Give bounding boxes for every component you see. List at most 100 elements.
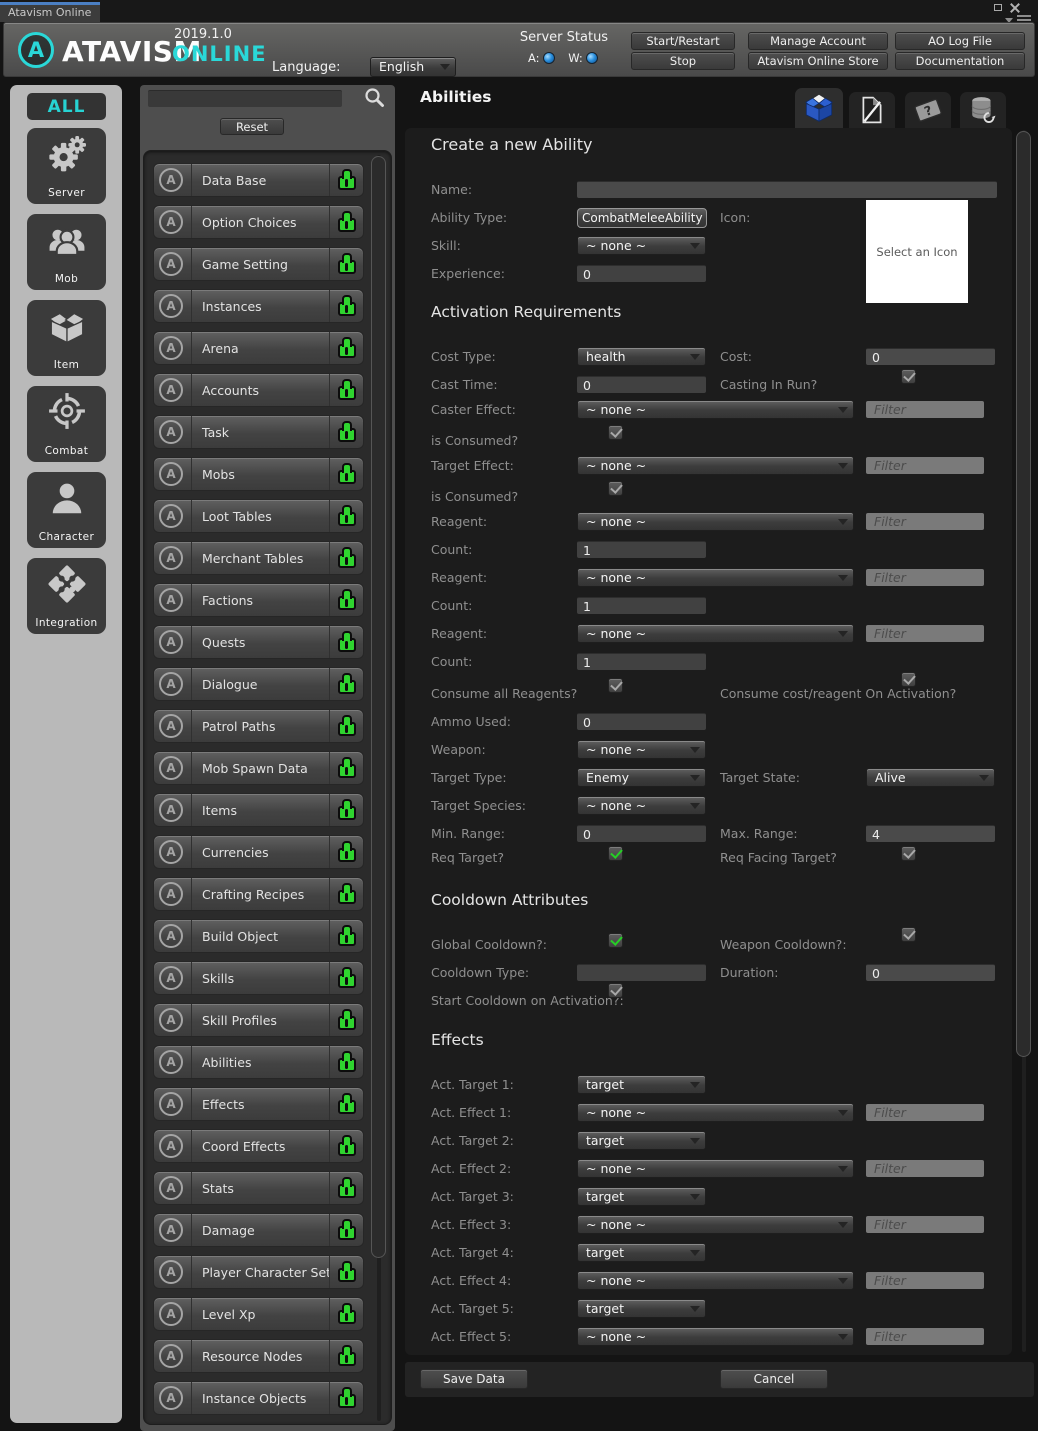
catalog-item[interactable]: A Task (153, 415, 364, 449)
lock-icon[interactable] (338, 890, 356, 904)
weapon-select[interactable]: ~ none ~ (577, 740, 706, 759)
scrollbar-thumb[interactable] (1016, 131, 1031, 1057)
language-select[interactable]: English (370, 57, 456, 77)
start-restart-button[interactable]: Start/Restart (631, 32, 735, 50)
catalog-item[interactable]: A Effects (153, 1087, 364, 1121)
consume-all-reagents-checkbox[interactable] (608, 678, 623, 693)
reagent-select[interactable]: ~ none ~ (577, 512, 854, 531)
sidebar-item-character[interactable]: Character (27, 472, 106, 548)
count-field[interactable] (577, 597, 706, 614)
store-button[interactable]: Atavism Online Store (748, 52, 888, 70)
target-effect-select[interactable]: ~ none ~ (577, 456, 854, 475)
act-effect-filter-input[interactable] (866, 1328, 984, 1345)
min-range-field[interactable] (577, 825, 706, 842)
act-effect-select[interactable]: ~ none ~ (577, 1215, 854, 1234)
act-effect-filter-input[interactable] (866, 1104, 984, 1121)
catalog-item[interactable]: A Coord Effects (153, 1129, 364, 1163)
maximize-icon[interactable] (994, 4, 1002, 11)
scrollbar-thumb[interactable] (371, 156, 386, 1258)
lock-icon[interactable] (338, 428, 356, 442)
act-effect-select[interactable]: ~ none ~ (577, 1103, 854, 1122)
catalog-item[interactable]: A Crafting Recipes (153, 877, 364, 911)
sidebar-item-mob[interactable]: Mob (27, 214, 106, 290)
documentation-button[interactable]: Documentation (895, 52, 1025, 70)
lock-icon[interactable] (338, 1016, 356, 1030)
sidebar-item-all[interactable]: ALL (27, 93, 106, 120)
reagent-filter-input[interactable] (866, 569, 984, 586)
lock-icon[interactable] (338, 470, 356, 484)
lock-icon[interactable] (338, 1100, 356, 1114)
lock-icon[interactable] (338, 302, 356, 316)
catalog-item[interactable]: A Loot Tables (153, 499, 364, 533)
lock-icon[interactable] (338, 1268, 356, 1282)
catalog-item[interactable]: A Level Xp (153, 1297, 364, 1331)
lock-icon[interactable] (338, 722, 356, 736)
catalog-item[interactable]: A Skills (153, 961, 364, 995)
sidebar-item-item[interactable]: Item (27, 300, 106, 376)
lock-icon[interactable] (338, 1352, 356, 1366)
count-field[interactable] (577, 653, 706, 670)
edit-tab[interactable] (849, 92, 895, 128)
catalog-item[interactable]: A Accounts (153, 373, 364, 407)
count-field[interactable] (577, 541, 706, 558)
save-data-button[interactable]: Save Data (420, 1369, 528, 1389)
lock-icon[interactable] (338, 512, 356, 526)
req-target-checkbox[interactable] (608, 846, 623, 861)
max-range-field[interactable] (866, 825, 995, 842)
catalog-item[interactable]: A Items (153, 793, 364, 827)
weapon-cooldown-checkbox[interactable] (901, 927, 916, 942)
caster-effect-select[interactable]: ~ none ~ (577, 400, 854, 419)
cancel-button[interactable]: Cancel (720, 1369, 828, 1389)
catalog-item[interactable]: A Merchant Tables (153, 541, 364, 575)
reagent-select[interactable]: ~ none ~ (577, 624, 854, 643)
reload-data-tab[interactable] (960, 92, 1006, 128)
catalog-item[interactable]: A Dialogue (153, 667, 364, 701)
lock-icon[interactable] (338, 806, 356, 820)
ao-log-file-button[interactable]: AO Log File (895, 32, 1025, 50)
lock-icon[interactable] (338, 218, 356, 232)
start-cooldown-checkbox[interactable] (608, 983, 623, 998)
reagent-filter-input[interactable] (866, 625, 984, 642)
act-effect-filter-input[interactable] (866, 1216, 984, 1233)
lock-icon[interactable] (338, 680, 356, 694)
catalog-item[interactable]: A Currencies (153, 835, 364, 869)
act-effect-select[interactable]: ~ none ~ (577, 1271, 854, 1290)
experience-field[interactable] (577, 265, 706, 282)
lock-icon[interactable] (338, 932, 356, 946)
req-facing-target-checkbox[interactable] (901, 846, 916, 861)
consume-on-activation-checkbox[interactable] (901, 672, 916, 687)
ammo-used-field[interactable] (577, 713, 706, 730)
sidebar-item-integration[interactable]: Integration (27, 558, 106, 634)
catalog-item[interactable]: A Player Character Setup (153, 1255, 364, 1289)
search-input[interactable] (148, 90, 342, 107)
casting-in-run-checkbox[interactable] (901, 369, 916, 384)
lock-icon[interactable] (338, 638, 356, 652)
catalog-item[interactable]: A Arena (153, 331, 364, 365)
lock-icon[interactable] (338, 974, 356, 988)
catalog-item[interactable]: A Resource Nodes (153, 1339, 364, 1373)
global-cooldown-checkbox[interactable] (608, 933, 623, 948)
act-effect-select[interactable]: ~ none ~ (577, 1159, 854, 1178)
lock-icon[interactable] (338, 386, 356, 400)
lock-icon[interactable] (338, 1394, 356, 1408)
target-species-select[interactable]: ~ none ~ (577, 796, 706, 815)
lock-icon[interactable] (338, 848, 356, 862)
manage-account-button[interactable]: Manage Account (748, 32, 888, 50)
stop-button[interactable]: Stop (631, 52, 735, 70)
act-effect-filter-input[interactable] (866, 1272, 984, 1289)
lock-icon[interactable] (338, 1184, 356, 1198)
caster-effect-consumed-checkbox[interactable] (608, 425, 623, 440)
lock-icon[interactable] (338, 1142, 356, 1156)
cost-field[interactable] (866, 348, 995, 365)
lock-icon[interactable] (338, 344, 356, 358)
duration-field[interactable] (866, 964, 995, 981)
cast-time-field[interactable] (577, 376, 706, 393)
form-scrollbar[interactable] (1015, 130, 1032, 1352)
catalog-item[interactable]: A Build Object (153, 919, 364, 953)
act-target-select[interactable]: target (577, 1187, 706, 1206)
catalog-item[interactable]: A Instance Objects (153, 1381, 364, 1415)
lock-icon[interactable] (338, 1310, 356, 1324)
window-tab[interactable]: Atavism Online (0, 2, 100, 22)
lock-icon[interactable] (338, 1058, 356, 1072)
catalog-scrollbar[interactable] (370, 155, 387, 1421)
